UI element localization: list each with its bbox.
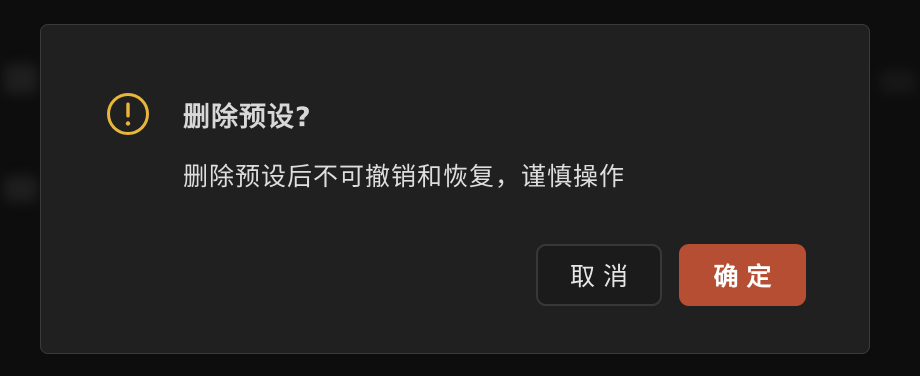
confirm-button[interactable]: 确定 [679,244,806,306]
background-content-blurred [4,176,38,202]
dialog-title: 删除预设? [183,102,312,133]
background-content-blurred [4,64,38,94]
dialog-message: 删除预设后不可撤销和恢复，谨慎操作 [183,162,626,191]
cancel-button[interactable]: 取消 [536,244,662,306]
warning-icon [105,91,151,137]
confirm-delete-dialog: 删除预设? 删除预设后不可撤销和恢复，谨慎操作 取消 确定 [40,24,870,354]
background-content-blurred [880,70,916,94]
